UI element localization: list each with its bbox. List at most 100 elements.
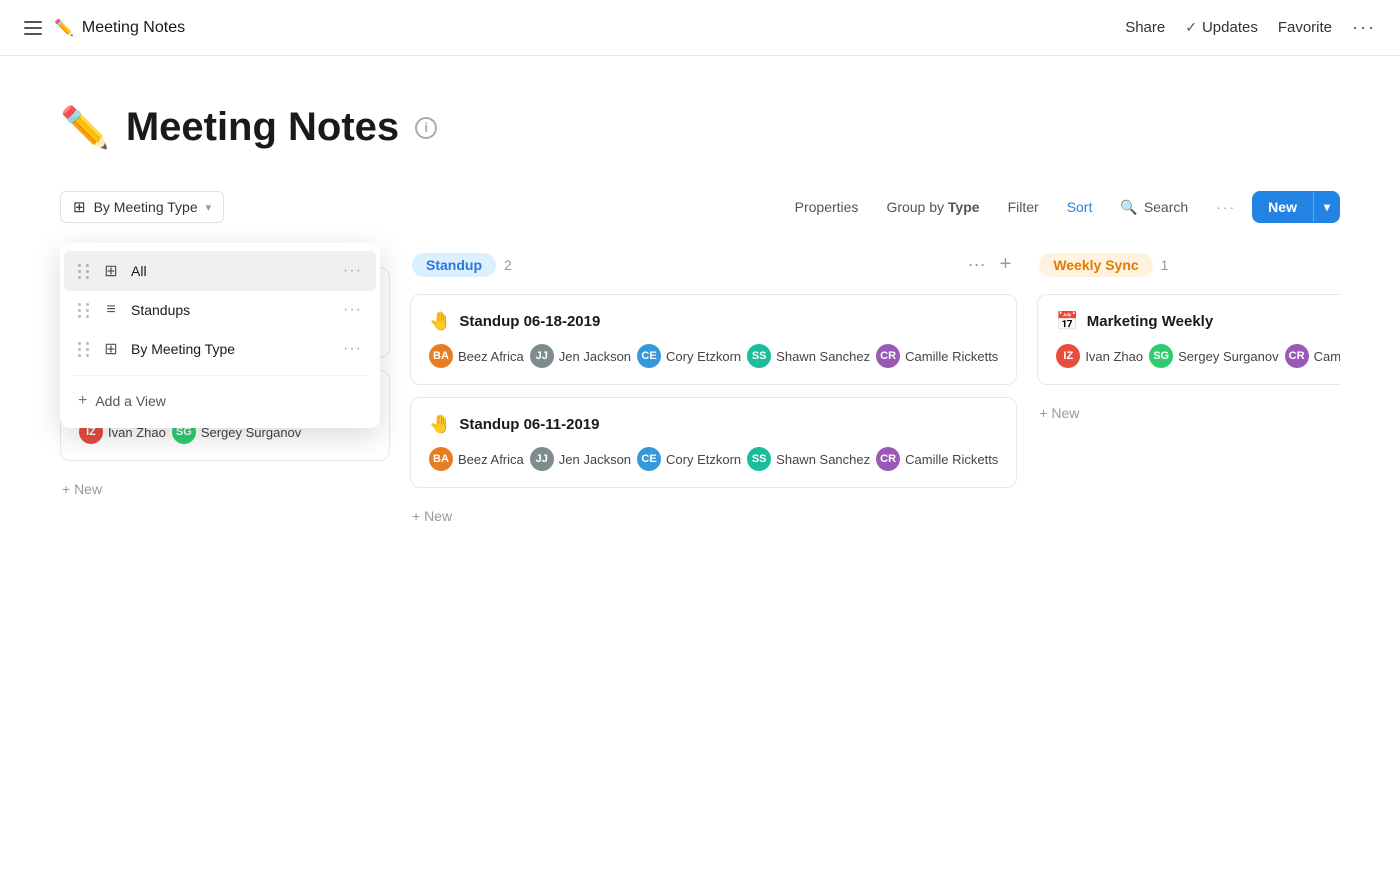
menu-icon[interactable] <box>24 21 42 35</box>
topbar-page-icon: ✏️ <box>54 18 74 38</box>
topbar: ✏️ Meeting Notes Share ✓ Updates Favorit… <box>0 0 1400 56</box>
avatar-ss-0611: SS <box>747 447 771 471</box>
add-new-standup[interactable]: + New <box>410 500 1017 532</box>
member-iz-mw: IZ Ivan Zhao <box>1056 344 1143 368</box>
card-standup-0611[interactable]: 🤚 Standup 06-11-2019 BA Beez Africa JJ J… <box>410 397 1017 488</box>
avatar-serg-mw: SG <box>1149 344 1173 368</box>
add-view-button[interactable]: + Add a View <box>64 382 376 420</box>
avatar-ss-0618: SS <box>747 344 771 368</box>
member-ba-0611: BA Beez Africa <box>429 447 524 471</box>
new-button-label: New <box>1252 191 1313 223</box>
add-new-standup-label: + New <box>412 508 452 524</box>
avatar-cr-0611: CR <box>876 447 900 471</box>
updates-label: Updates <box>1202 19 1258 36</box>
filter-button[interactable]: Filter <box>996 193 1051 221</box>
card-standup-0611-title-text: Standup 06-11-2019 <box>459 416 599 433</box>
new-button-chevron[interactable]: ▾ <box>1313 192 1340 222</box>
member-ba-0611-name: Beez Africa <box>458 452 524 467</box>
avatar-ce-0618: CE <box>637 344 661 368</box>
member-serg-mw: SG Sergey Surganov <box>1149 344 1278 368</box>
member-cr-0618: CR Camille Ricketts <box>876 344 998 368</box>
card-standup-0611-icon: 🤚 <box>429 414 451 435</box>
column-standup: Standup 2 ··· + 🤚 Standup 06-18-2019 BA … <box>410 251 1017 532</box>
avatar-iz-mw: IZ <box>1056 344 1080 368</box>
add-new-weekly-sync-label: + New <box>1039 405 1079 421</box>
group-by-button[interactable]: Group by Type <box>874 193 991 221</box>
search-icon: 🔍 <box>1120 199 1137 216</box>
favorite-button[interactable]: Favorite <box>1278 19 1332 36</box>
main-content: ✏️ Meeting Notes i ⊞ By Meeting Type ▾ P… <box>0 56 1400 552</box>
member-ce-0618-name: Cory Etzkorn <box>666 349 741 364</box>
card-marketing-weekly[interactable]: 📅 Marketing Weekly IZ Ivan Zhao SG Serge… <box>1037 294 1340 385</box>
dropdown-item-meeting-type-more[interactable]: ··· <box>343 340 362 358</box>
standup-tag: Standup <box>412 253 496 277</box>
card-marketing-weekly-members: IZ Ivan Zhao SG Sergey Surganov CR Camil… <box>1056 344 1340 368</box>
new-button[interactable]: New ▾ <box>1252 191 1340 223</box>
dropdown-item-standups-label: Standups <box>131 302 333 318</box>
member-jj-0611: JJ Jen Jackson <box>530 447 631 471</box>
toolbar-more-icon: ··· <box>1216 199 1236 215</box>
toolbar-more-button[interactable]: ··· <box>1204 193 1248 221</box>
card-standup-0618-icon: 🤚 <box>429 311 451 332</box>
dropdown-item-all-icon: ⊞ <box>101 261 121 281</box>
weekly-sync-tag: Weekly Sync <box>1039 253 1152 277</box>
check-icon: ✓ <box>1185 19 1197 36</box>
member-cr-0611-name: Camille Ricketts <box>905 452 998 467</box>
drag-handle-all <box>78 264 91 279</box>
avatar-cr-0618: CR <box>876 344 900 368</box>
properties-label: Properties <box>795 199 859 215</box>
card-marketing-weekly-icon: 📅 <box>1056 311 1078 332</box>
dropdown-item-standups-more[interactable]: ··· <box>343 301 362 319</box>
column-weekly-sync: Weekly Sync 1 ··· + 📅 Marketing Weekly I… <box>1037 251 1340 532</box>
card-standup-0611-title: 🤚 Standup 06-11-2019 <box>429 414 998 435</box>
dropdown-item-by-meeting-type[interactable]: ⊞ By Meeting Type ··· <box>64 329 376 369</box>
member-cr-mw: CR Camille Ricketts <box>1285 344 1340 368</box>
standup-column-actions: ··· + <box>964 251 1016 278</box>
dropdown-item-standups-icon: ≡ <box>101 301 121 319</box>
dropdown-item-standups[interactable]: ≡ Standups ··· <box>64 291 376 329</box>
member-cr-0611: CR Camille Ricketts <box>876 447 998 471</box>
member-ce-0611: CE Cory Etzkorn <box>637 447 741 471</box>
filter-label: Filter <box>1008 199 1039 215</box>
group-by-label: Group by Type <box>886 199 979 215</box>
view-selector-button[interactable]: ⊞ By Meeting Type ▾ <box>60 191 224 223</box>
page-heading: ✏️ Meeting Notes i <box>60 104 1340 151</box>
info-icon[interactable]: i <box>415 117 437 139</box>
dropdown-divider <box>74 375 366 376</box>
share-button[interactable]: Share <box>1125 19 1165 36</box>
member-serg-mw-name: Sergey Surganov <box>1178 349 1278 364</box>
card-marketing-weekly-title: 📅 Marketing Weekly <box>1056 311 1340 332</box>
search-button[interactable]: 🔍 Search <box>1108 193 1200 222</box>
updates-button[interactable]: ✓ Updates <box>1185 19 1258 36</box>
dropdown-item-meeting-type-label: By Meeting Type <box>131 341 333 357</box>
card-marketing-weekly-title-text: Marketing Weekly <box>1087 313 1213 330</box>
card-standup-0618[interactable]: 🤚 Standup 06-18-2019 BA Beez Africa JJ J… <box>410 294 1017 385</box>
add-new-no-group-label: + New <box>62 481 102 497</box>
member-jj-0618-name: Jen Jackson <box>559 349 631 364</box>
add-view-plus-icon: + <box>78 392 87 410</box>
add-new-no-group[interactable]: + New <box>60 473 390 505</box>
member-jj-0618: JJ Jen Jackson <box>530 344 631 368</box>
standup-more-btn[interactable]: ··· <box>964 252 990 277</box>
properties-button[interactable]: Properties <box>783 193 871 221</box>
dropdown-item-all[interactable]: ⊞ All ··· <box>64 251 376 291</box>
avatar-ba-0611: BA <box>429 447 453 471</box>
topbar-page-title: ✏️ Meeting Notes <box>54 18 185 38</box>
toolbar: ⊞ By Meeting Type ▾ Properties Group by … <box>60 191 1340 223</box>
dropdown-item-meeting-type-icon: ⊞ <box>101 339 121 359</box>
topbar-more-button[interactable]: ··· <box>1352 17 1376 38</box>
dropdown-item-all-label: All <box>131 263 333 279</box>
member-ss-0618-name: Shawn Sanchez <box>776 349 870 364</box>
topbar-right: Share ✓ Updates Favorite ··· <box>1125 17 1376 38</box>
card-standup-0618-title: 🤚 Standup 06-18-2019 <box>429 311 998 332</box>
add-new-weekly-sync[interactable]: + New <box>1037 397 1340 429</box>
standup-add-btn[interactable]: + <box>996 251 1016 278</box>
heading-icon: ✏️ <box>60 104 110 151</box>
standup-count: 2 <box>504 257 512 273</box>
sort-button[interactable]: Sort <box>1055 193 1105 221</box>
member-ce-0611-name: Cory Etzkorn <box>666 452 741 467</box>
card-standup-0611-members: BA Beez Africa JJ Jen Jackson CE Cory Et… <box>429 447 998 471</box>
weekly-sync-count: 1 <box>1161 257 1169 273</box>
drag-handle-standups <box>78 303 91 318</box>
dropdown-item-all-more[interactable]: ··· <box>343 262 362 280</box>
